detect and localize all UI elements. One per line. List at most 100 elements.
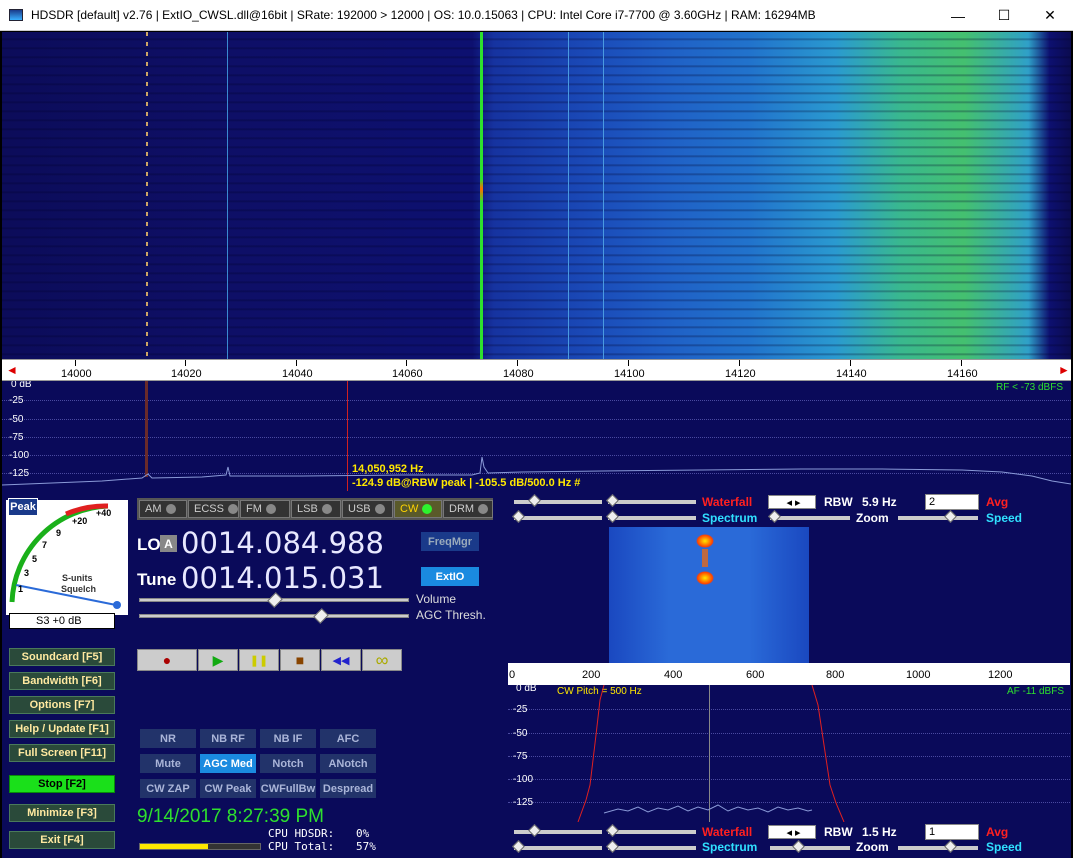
afc-button[interactable]: AFC [320, 729, 376, 748]
tune-frequency[interactable]: 0014.015.031 [181, 561, 384, 595]
waterfall-label-bottom: Waterfall [702, 825, 753, 839]
scale-label: 14000 [61, 368, 92, 380]
audio-waterfall[interactable] [508, 527, 1070, 663]
mode-cw[interactable]: CW [394, 500, 442, 518]
close-button[interactable]: ✕ [1027, 0, 1073, 31]
speed-slider[interactable] [898, 510, 978, 523]
waterfall-label: Waterfall [702, 495, 753, 509]
mode-drm[interactable]: DRM [443, 500, 493, 518]
led-icon [165, 504, 176, 514]
spectrum-level-slider-bottom[interactable] [512, 840, 602, 853]
mode-label: FM [246, 503, 262, 515]
volume-slider[interactable] [139, 592, 409, 608]
rbw-stepper-bottom[interactable]: ◂ ▸ [768, 825, 816, 839]
mode-ecss[interactable]: ECSS [188, 500, 239, 518]
zoom-label-bottom: Zoom [856, 840, 889, 854]
pause-button[interactable]: ❚❚ [239, 649, 279, 671]
peak-button[interactable]: Peak [8, 498, 38, 516]
stop-button[interactable]: Stop [F2] [9, 775, 115, 793]
avg-value-bottom: 1 [929, 826, 936, 838]
options-button[interactable]: Options [F7] [9, 696, 115, 714]
record-button[interactable]: ● [137, 649, 197, 671]
frequency-scale[interactable]: ◄ ► 14000 14020 14040 14060 14080 14100 … [2, 359, 1071, 381]
waterfall-signal-trace [146, 32, 148, 359]
avg-select[interactable]: 2 [925, 494, 979, 510]
spectrum-contrast-slider[interactable] [606, 510, 696, 523]
waterfall-level-slider-bottom[interactable] [514, 824, 602, 837]
cw-signal-blob [696, 571, 714, 585]
nb-if-button[interactable]: NB IF [260, 729, 316, 748]
waterfall-contrast-slider-bottom[interactable] [606, 824, 696, 837]
rewind-button[interactable]: ◀◀ [321, 649, 361, 671]
scale-label: 400 [664, 669, 683, 681]
spectrum-contrast-slider-bottom[interactable] [606, 840, 696, 853]
scale-label: 600 [746, 669, 765, 681]
nb-rf-button[interactable]: NB RF [200, 729, 256, 748]
maximize-button[interactable]: ☐ [981, 0, 1027, 31]
cw-signal-trace [702, 549, 708, 567]
scale-label: 14100 [614, 368, 645, 380]
volume-label: Volume [416, 592, 457, 606]
extio-button[interactable]: ExtIO [421, 567, 479, 586]
rbw-value-bottom: 1.5 Hz [862, 825, 897, 839]
rf-waterfall[interactable] [2, 32, 1071, 359]
audio-frequency-scale[interactable]: 0 200 400 600 800 1000 1200 [508, 663, 1070, 685]
zoom-slider[interactable] [768, 510, 850, 523]
minimize-button[interactable]: — [935, 0, 981, 31]
scale-tick [185, 360, 186, 366]
mode-fm[interactable]: FM [240, 500, 290, 518]
scale-label: 0 [509, 669, 516, 681]
rbw-stepper[interactable]: ◂ ▸ [768, 495, 816, 509]
scale-tick [961, 360, 962, 366]
audio-spectrum[interactable]: 0 dB -25 -50 -75 -100 -125 CW Pitch = 50… [508, 685, 1070, 822]
rbw-value: 5.9 Hz [862, 495, 897, 509]
waterfall-signal-trace [227, 32, 228, 359]
mode-lsb[interactable]: LSB [291, 500, 341, 518]
help-update-button[interactable]: Help / Update [F1] [9, 720, 115, 738]
stop-playback-button[interactable]: ■ [280, 649, 320, 671]
mode-label: CW [400, 503, 419, 515]
rf-spectrum[interactable]: 0 dB -25 -50 -75 -100 -125 RF < -73 dBFS… [2, 381, 1071, 491]
scale-label: 200 [582, 669, 601, 681]
cw-fullbw-button[interactable]: CWFullBw [260, 779, 316, 798]
notch-button[interactable]: Notch [260, 754, 316, 773]
agc-threshold-slider[interactable] [139, 608, 409, 624]
cw-peak-button[interactable]: CW Peak [200, 779, 256, 798]
bandwidth-button[interactable]: Bandwidth [F6] [9, 672, 115, 690]
scale-tick [739, 360, 740, 366]
play-button[interactable]: ▶ [198, 649, 238, 671]
mode-usb[interactable]: USB [342, 500, 393, 518]
scroll-right-icon[interactable]: ► [1058, 363, 1070, 377]
mute-button[interactable]: Mute [140, 754, 196, 773]
scroll-left-icon[interactable]: ◄ [6, 363, 18, 377]
avg-select-bottom[interactable]: 1 [925, 824, 979, 840]
window-title: HDSDR [default] v2.76 | ExtIO_CWSL.dll@1… [31, 8, 816, 22]
spectrum-level-slider[interactable] [512, 510, 602, 523]
s-units-caption: S-units [62, 573, 93, 583]
full-screen-button[interactable]: Full Screen [F11] [9, 744, 115, 762]
waterfall-level-slider[interactable] [514, 494, 602, 507]
spectrum-trace [2, 456, 1071, 486]
soundcard-button[interactable]: Soundcard [F5] [9, 648, 115, 666]
mode-label: LSB [297, 503, 318, 515]
led-icon [422, 504, 433, 514]
led-icon [227, 504, 238, 514]
anotch-button[interactable]: ANotch [320, 754, 376, 773]
nr-button[interactable]: NR [140, 729, 196, 748]
vfo-a-badge[interactable]: A [160, 535, 177, 552]
scale-label: 14060 [392, 368, 423, 380]
agc-med-button[interactable]: AGC Med [200, 754, 256, 773]
zoom-slider-bottom[interactable] [770, 840, 850, 853]
lo-frequency[interactable]: 0014.084.988 [181, 526, 384, 560]
waterfall-contrast-slider[interactable] [606, 494, 696, 507]
despread-button[interactable]: Despread [320, 779, 376, 798]
avg-label-bottom: Avg [986, 825, 1009, 839]
minimize-app-button[interactable]: Minimize [F3] [9, 804, 115, 822]
exit-button[interactable]: Exit [F4] [9, 831, 115, 849]
speed-slider-bottom[interactable] [898, 840, 978, 853]
mode-am[interactable]: AM [139, 500, 187, 518]
loop-button[interactable]: ∞ [362, 649, 402, 671]
s-scale-label: 7 [42, 540, 48, 550]
cw-zap-button[interactable]: CW ZAP [140, 779, 196, 798]
freqmgr-button[interactable]: FreqMgr [421, 532, 479, 551]
